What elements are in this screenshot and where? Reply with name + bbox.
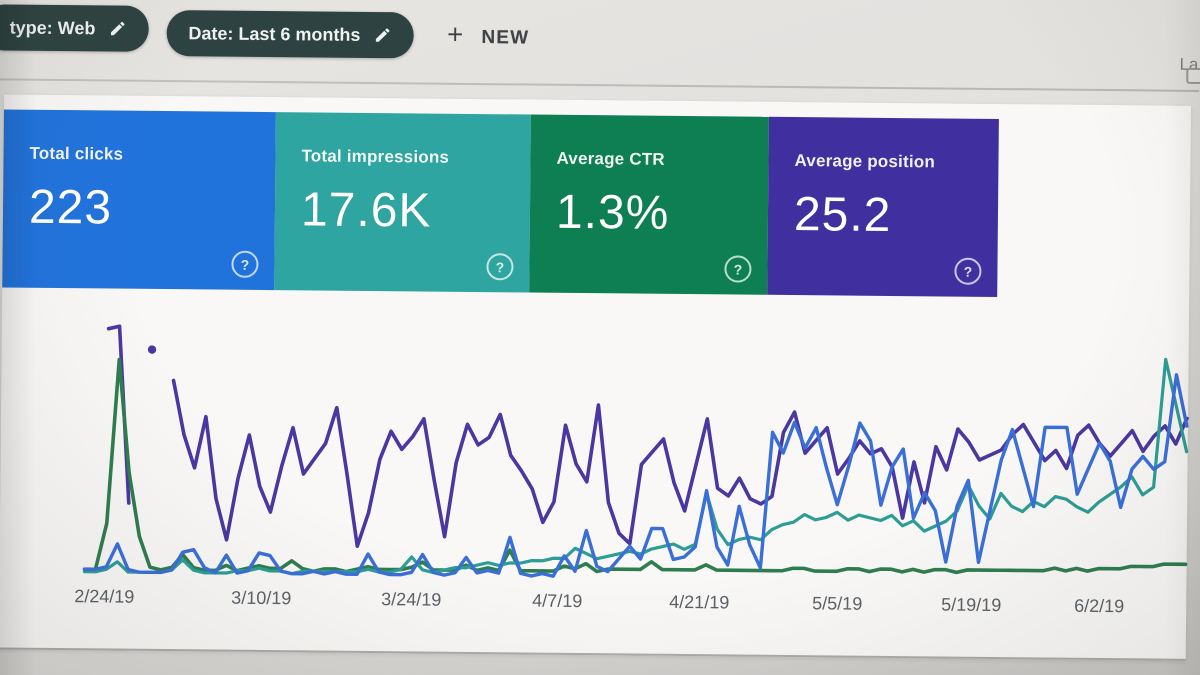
metric-card-label: Average CTR bbox=[556, 149, 768, 171]
performance-chart-svg bbox=[64, 318, 1196, 591]
chart-x-axis-label: 2/24/19 bbox=[74, 586, 134, 608]
edit-pencil-icon[interactable] bbox=[108, 19, 126, 37]
metric-card-label: Total clicks bbox=[29, 144, 275, 166]
edit-pencil-icon[interactable] bbox=[373, 26, 391, 44]
metric-card-label: Average position bbox=[794, 151, 998, 173]
screen-divider bbox=[0, 78, 1199, 92]
filter-chip-date[interactable]: Date: Last 6 months bbox=[166, 10, 413, 58]
new-filter-button[interactable]: NEW bbox=[443, 23, 529, 53]
chart-x-axis-label: 4/21/19 bbox=[669, 592, 729, 614]
metric-card-value: 17.6K bbox=[301, 182, 531, 239]
metric-card-label: Total impressions bbox=[301, 146, 530, 168]
metric-card-average-ctr[interactable]: Average CTR 1.3% ? bbox=[529, 115, 769, 295]
chart-x-axis-label: 5/19/19 bbox=[941, 594, 1001, 616]
metric-card-total-impressions[interactable]: Total impressions 17.6K ? bbox=[274, 112, 531, 292]
chart-x-axis-label: 3/24/19 bbox=[381, 589, 441, 611]
filter-chip-search-type[interactable]: type: Web bbox=[0, 4, 149, 52]
filter-bar: type: Web Date: Last 6 months NEW bbox=[0, 4, 530, 55]
metric-card-value: 25.2 bbox=[794, 187, 999, 244]
metric-card-average-position[interactable]: Average position 25.2 ? bbox=[767, 117, 999, 297]
chart-x-axis-label: 4/7/19 bbox=[532, 591, 582, 612]
edge-icon-fragment bbox=[1186, 68, 1200, 84]
filter-chip-search-type-label: type: Web bbox=[10, 17, 96, 39]
help-icon[interactable]: ? bbox=[954, 258, 981, 285]
new-button-label: NEW bbox=[481, 27, 529, 49]
chart-x-axis-label: 6/2/19 bbox=[1074, 596, 1124, 617]
help-icon[interactable]: ? bbox=[724, 255, 751, 282]
screen-content: type: Web Date: Last 6 months NEW La bbox=[0, 0, 1200, 675]
chart-x-axis-label: 5/5/19 bbox=[812, 593, 862, 614]
metric-card-value: 1.3% bbox=[556, 185, 769, 242]
filter-chip-date-label: Date: Last 6 months bbox=[188, 23, 360, 46]
help-icon[interactable]: ? bbox=[231, 251, 258, 278]
screen-photo: type: Web Date: Last 6 months NEW La bbox=[0, 0, 1200, 675]
metric-card-value: 223 bbox=[29, 180, 276, 237]
performance-chart: 2/24/19 3/10/19 3/24/19 4/7/19 4/21/19 5… bbox=[64, 318, 1197, 629]
chart-x-axis-label: 3/10/19 bbox=[231, 588, 291, 610]
metric-card-total-clicks[interactable]: Total clicks 223 ? bbox=[2, 109, 276, 290]
metric-cards: Total clicks 223 ? Total impressions 17.… bbox=[2, 109, 999, 297]
chart-line-impressions bbox=[172, 381, 1187, 555]
chart-line-clicks bbox=[85, 364, 1188, 582]
plus-icon bbox=[443, 23, 466, 52]
performance-panel: Total clicks 223 ? Total impressions 17.… bbox=[0, 94, 1191, 660]
chart-point-impressions bbox=[148, 345, 156, 353]
help-icon[interactable]: ? bbox=[486, 253, 513, 280]
